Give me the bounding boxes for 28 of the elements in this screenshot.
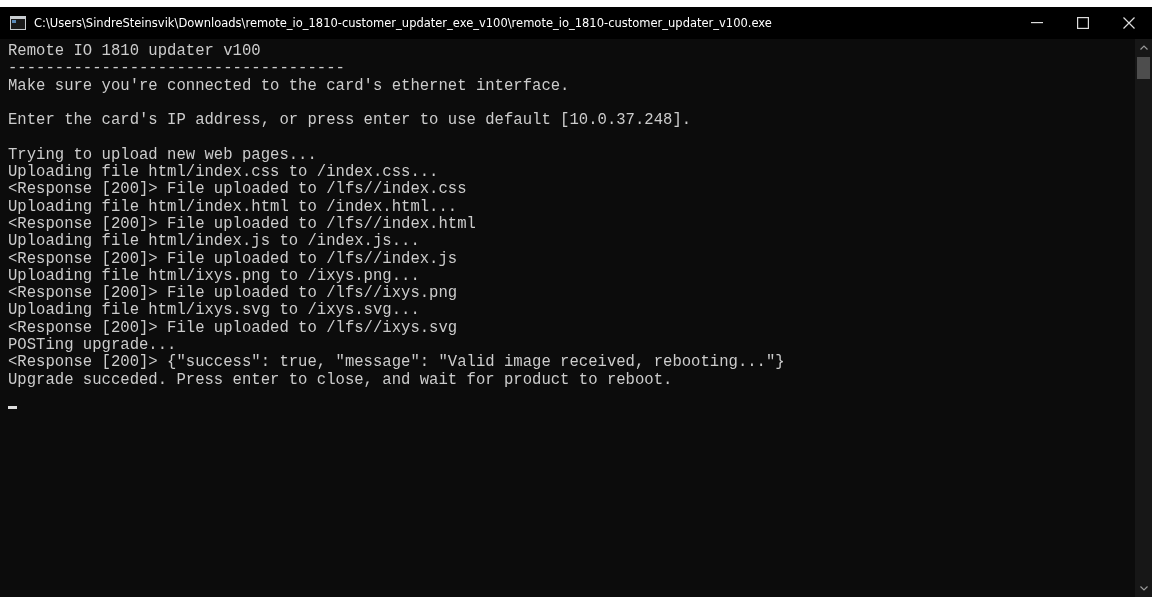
console-line: Uploading file html/index.css to /index.css... xyxy=(8,164,439,182)
scrollbar-thumb[interactable] xyxy=(1137,57,1150,79)
scroll-up-icon xyxy=(1139,45,1148,50)
console-line: Upgrade succeded. Press enter to close, and wait for product to reboot. xyxy=(8,371,673,389)
console-line: Enter the card's IP address, or press enter to use default [10.0.37.248]. xyxy=(8,112,692,130)
console-line: Uploading file html/index.js to /index.js... xyxy=(8,233,420,251)
maximize-icon xyxy=(1077,17,1089,29)
console-line: <Response [200]> {"success": true, "message": "Valid image received, rebooting..."} xyxy=(8,354,785,372)
console-line: <Response [200]> File uploaded to /lfs//index.css xyxy=(8,181,467,199)
window-title: C:\Users\SindreSteinsvik\Downloads\remote_io_1810-customer_updater_exe_v100\remote_io_1810-customer_updater_v100.exe xyxy=(34,16,772,30)
console-line: Make sure you're connected to the card's ethernet interface. xyxy=(8,77,570,95)
console-line: ------------------------------------ xyxy=(8,60,345,78)
console-line: Uploading file html/ixys.svg to /ixys.svg... xyxy=(8,302,420,320)
console-line: Trying to upload new web pages... xyxy=(8,146,317,164)
console-line: Uploading file html/index.html to /index.html... xyxy=(8,198,458,216)
console-window-icon xyxy=(10,16,26,30)
console-line: <Response [200]> File uploaded to /lfs//ixys.png xyxy=(8,285,458,303)
console-line: Uploading file html/ixys.png to /ixys.png... xyxy=(8,267,420,285)
console-line: <Response [200]> File uploaded to /lfs//ixys.svg xyxy=(8,319,458,337)
console-line: <Response [200]> File uploaded to /lfs//index.js xyxy=(8,250,458,268)
text-cursor xyxy=(8,406,17,410)
scroll-down-icon xyxy=(1139,586,1148,591)
console-line: POSTing upgrade... xyxy=(8,337,177,355)
close-icon xyxy=(1123,17,1135,29)
console-line: <Response [200]> File uploaded to /lfs//index.html xyxy=(8,215,476,233)
scrollbar[interactable] xyxy=(1135,39,1152,597)
console-line: Remote IO 1810 updater v100 xyxy=(8,43,261,61)
minimize-icon xyxy=(1031,22,1043,24)
